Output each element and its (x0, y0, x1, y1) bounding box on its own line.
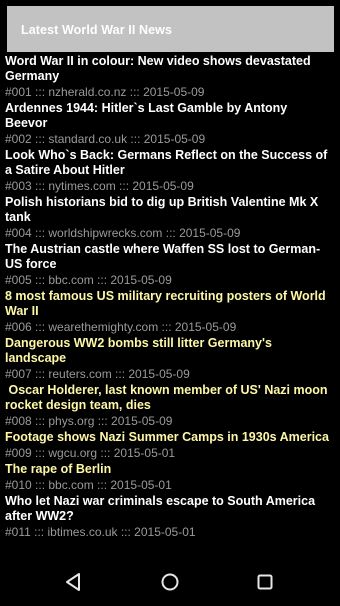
news-meta: #007 ::: reuters.com ::: 2015-05-09 (5, 367, 190, 381)
news-headline[interactable]: Dangerous WW2 bombs still litter Germany… (5, 336, 332, 366)
news-item-8[interactable]: Oscar Holderer, last known member of US'… (0, 383, 340, 429)
news-item-7[interactable]: Dangerous WW2 bombs still litter Germany… (0, 336, 340, 382)
news-headline[interactable]: Footage shows Nazi Summer Camps in 1930s… (5, 430, 332, 445)
news-item-1[interactable]: Word War II in colour: New video shows d… (0, 54, 340, 100)
news-meta: #008 ::: phys.org ::: 2015-05-09 (5, 414, 173, 428)
back-button[interactable] (63, 571, 85, 593)
news-meta: #006 ::: wearethemighty.com ::: 2015-05-… (5, 320, 237, 334)
news-meta: #002 ::: standard.co.uk ::: 2015-05-09 (5, 132, 206, 146)
triangle-back-icon (66, 573, 80, 591)
news-item-10[interactable]: The rape of Berlin #010 ::: bbc.com ::: … (0, 462, 340, 493)
navigation-bar (0, 556, 340, 606)
news-headline[interactable]: Ardennes 1944: Hitler`s Last Gamble by A… (5, 101, 332, 131)
news-meta: #005 ::: bbc.com ::: 2015-05-09 (5, 273, 172, 287)
news-meta: #001 ::: nzherald.co.nz ::: 2015-05-09 (5, 85, 205, 99)
news-item-11[interactable]: Who let Nazi war criminals escape to Sou… (0, 494, 340, 540)
square-recent-apps-icon (257, 574, 273, 590)
news-item-6[interactable]: 8 most famous US military recruiting pos… (0, 289, 340, 335)
news-headline[interactable]: Who let Nazi war criminals escape to Sou… (5, 494, 332, 524)
news-meta: #009 ::: wgcu.org ::: 2015-05-01 (5, 446, 176, 460)
news-item-2[interactable]: Ardennes 1944: Hitler`s Last Gamble by A… (0, 101, 340, 147)
app-bar: Latest World War II News (7, 6, 334, 52)
news-list[interactable]: Word War II in colour: New video shows d… (0, 54, 340, 554)
news-meta: #011 ::: ibtimes.co.uk ::: 2015-05-01 (5, 525, 196, 539)
app-title: Latest World War II News (21, 23, 173, 37)
news-meta: #004 ::: worldshipwrecks.com ::: 2015-05… (5, 226, 241, 240)
news-headline[interactable]: Word War II in colour: New video shows d… (5, 54, 332, 84)
news-headline[interactable]: 8 most famous US military recruiting pos… (5, 289, 332, 319)
news-headline[interactable]: Oscar Holderer, last known member of US'… (5, 383, 332, 413)
news-meta: #003 ::: nytimes.com ::: 2015-05-09 (5, 179, 194, 193)
news-item-5[interactable]: The Austrian castle where Waffen SS lost… (0, 242, 340, 288)
recent-apps-button[interactable] (254, 571, 276, 593)
home-button[interactable] (159, 571, 181, 593)
news-headline[interactable]: The rape of Berlin (5, 462, 332, 477)
news-item-3[interactable]: Look Who`s Back: Germans Reflect on the … (0, 148, 340, 194)
news-headline[interactable]: The Austrian castle where Waffen SS lost… (5, 242, 332, 272)
news-item-9[interactable]: Footage shows Nazi Summer Camps in 1930s… (0, 430, 340, 461)
news-headline[interactable]: Polish historians bid to dig up British … (5, 195, 332, 225)
news-item-4[interactable]: Polish historians bid to dig up British … (0, 195, 340, 241)
news-headline[interactable]: Look Who`s Back: Germans Reflect on the … (5, 148, 332, 178)
news-meta: #010 ::: bbc.com ::: 2015-05-01 (5, 478, 172, 492)
circle-home-icon (161, 573, 179, 591)
